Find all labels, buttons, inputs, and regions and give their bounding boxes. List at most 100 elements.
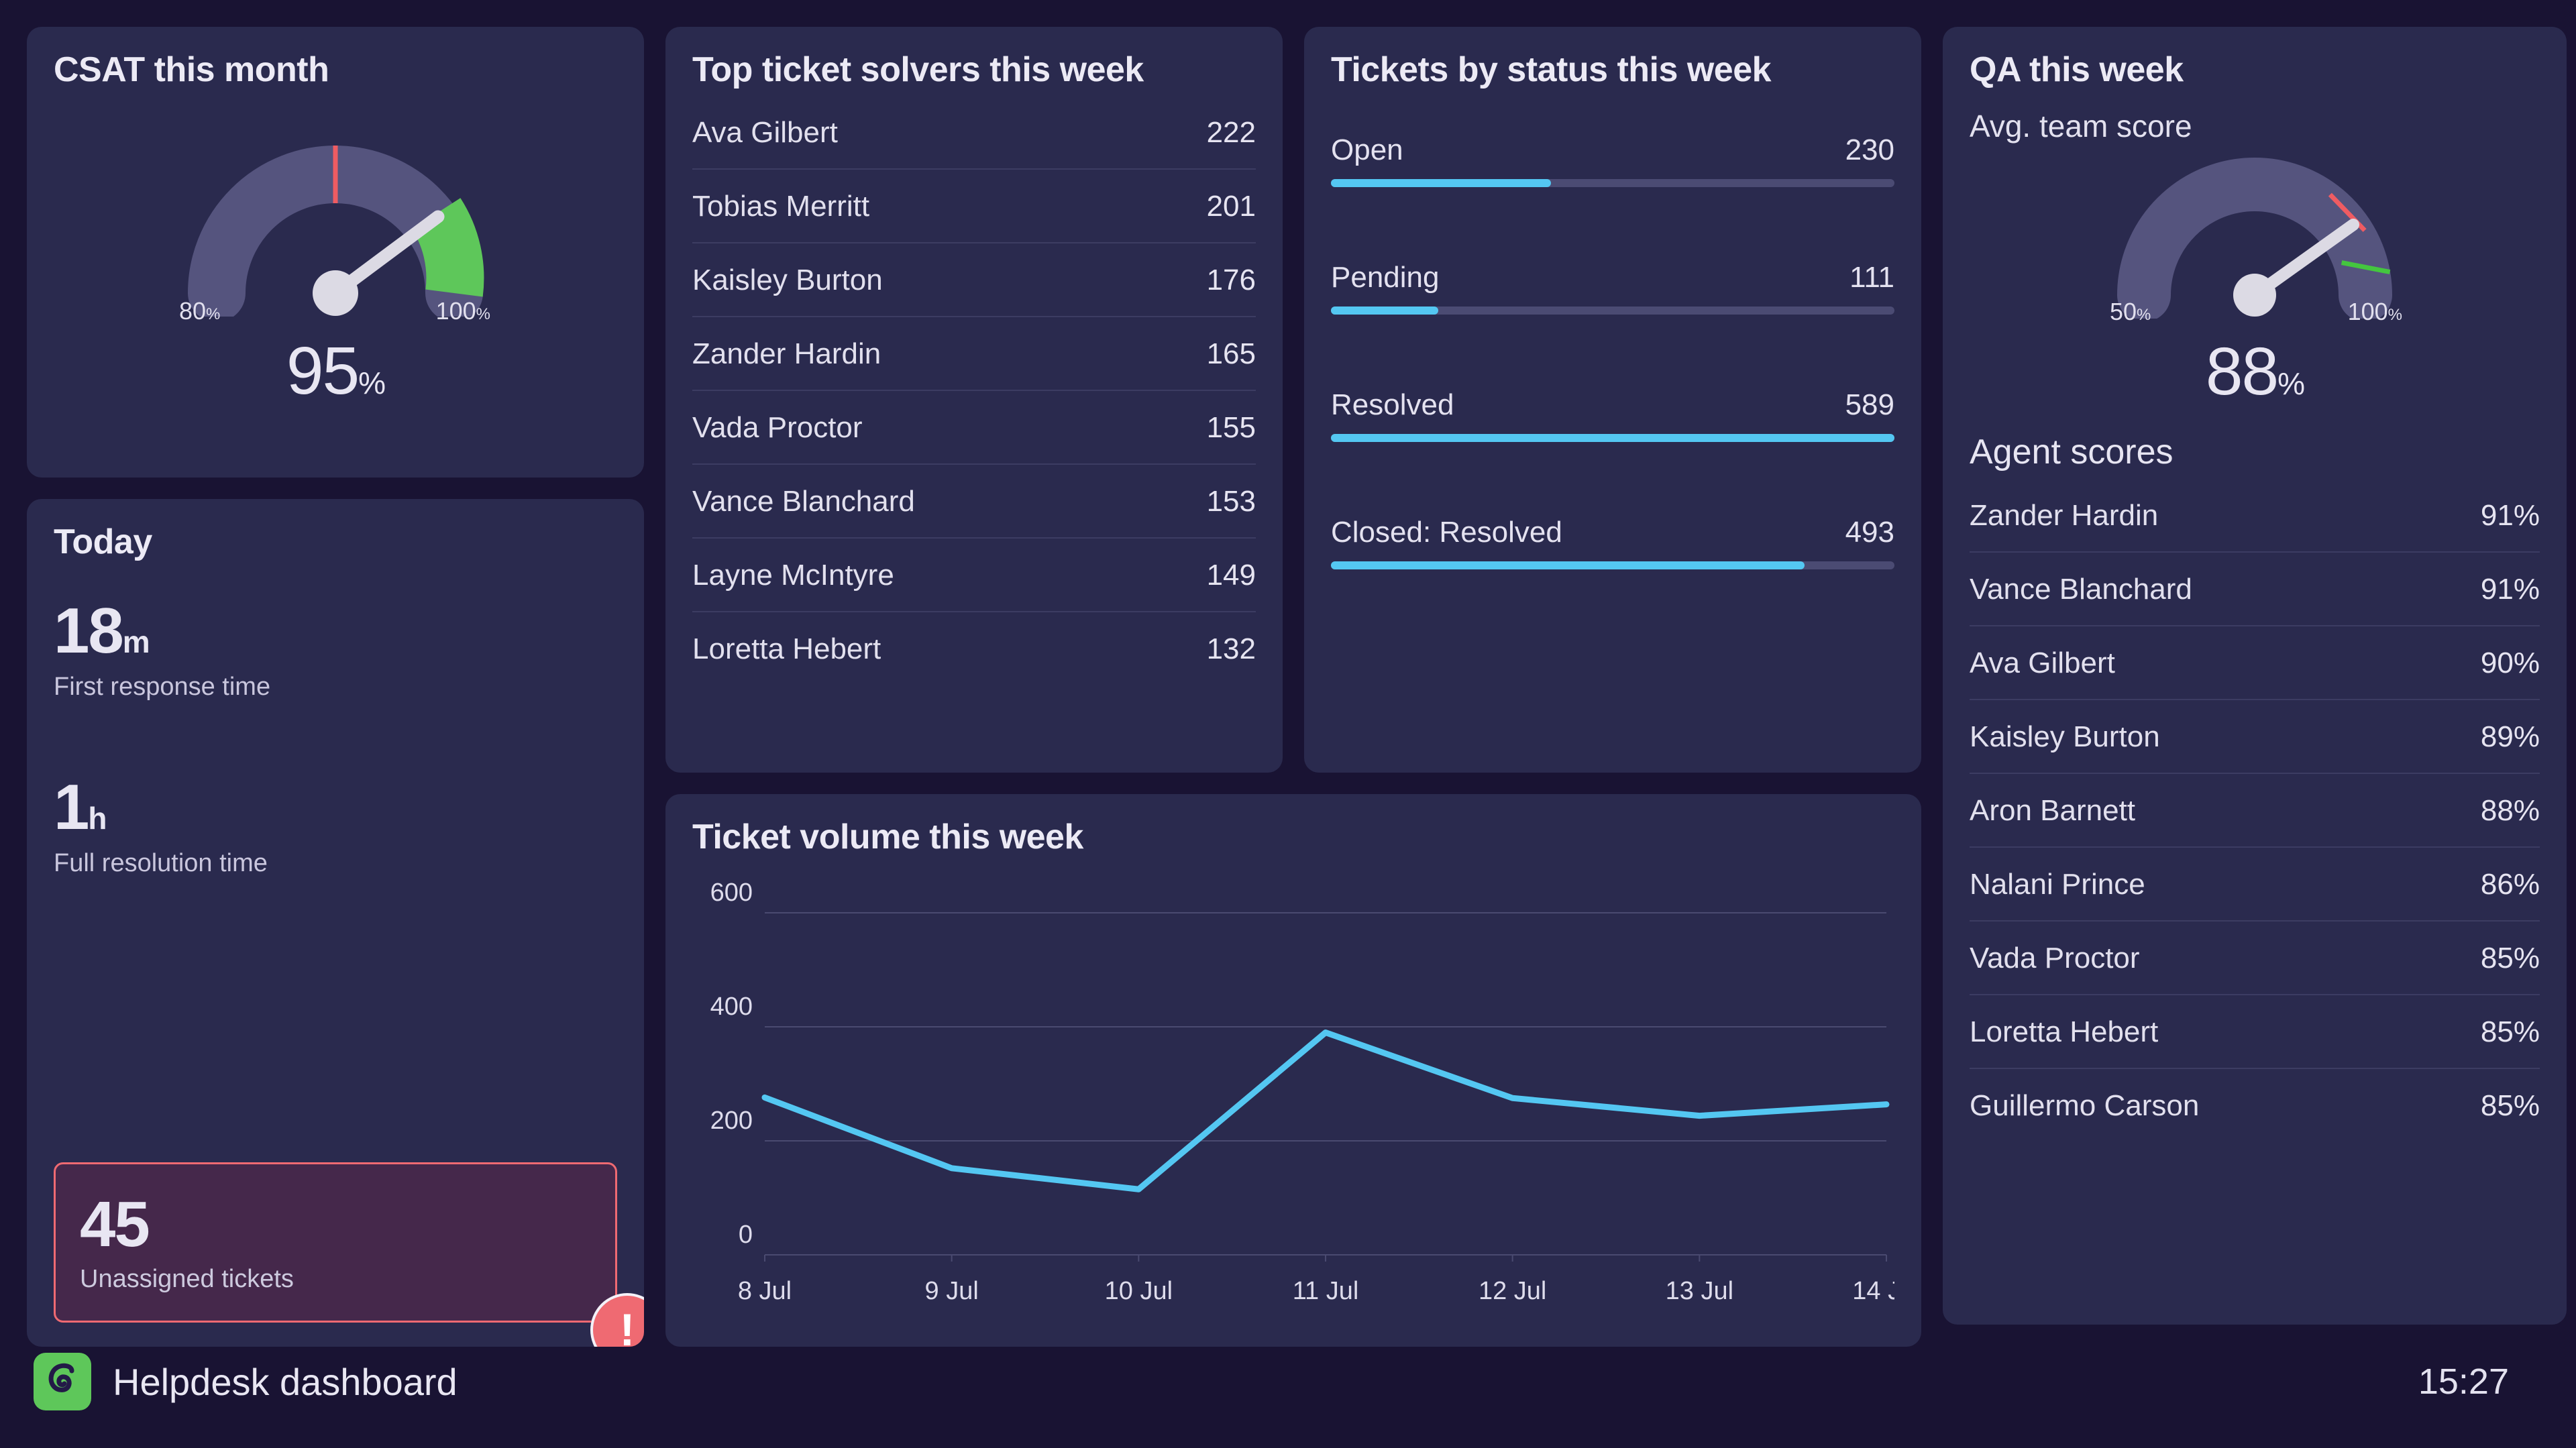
status-track	[1331, 179, 1894, 187]
column-left: CSAT this month	[27, 27, 644, 1347]
status-closed-head: Closed: Resolved 493	[1331, 516, 1894, 549]
tickets-by-status-title: Tickets by status this week	[1331, 51, 1894, 89]
metric-first-response-value: 18m	[54, 599, 617, 663]
today-title: Today	[54, 523, 617, 561]
status-bar-pending[interactable]: Pending 111	[1331, 187, 1894, 315]
metric-first-response: 18m First response time	[54, 599, 617, 702]
column-middle: Top ticket solvers this week Ava Gilbert…	[665, 27, 1283, 1347]
solver-name: Vance Blanchard	[692, 485, 915, 518]
list-item[interactable]: Ava Gilbert 90%	[1970, 626, 2540, 700]
agent-score: 91%	[2481, 573, 2540, 606]
solver-value: 201	[1207, 190, 1256, 223]
agent-score: 85%	[2481, 1015, 2540, 1049]
solver-name: Zander Hardin	[692, 337, 881, 371]
qa-min-label: 50%	[2110, 298, 2151, 326]
qa-subtitle: Avg. team score	[1970, 108, 2540, 144]
today-spacer	[54, 878, 617, 1135]
solver-value: 153	[1207, 485, 1256, 518]
table-row[interactable]: Ava Gilbert 222	[692, 96, 1256, 170]
solver-name: Vada Proctor	[692, 411, 863, 445]
solver-value: 222	[1207, 116, 1256, 150]
status-label: Open	[1331, 133, 1403, 167]
svg-text:0: 0	[739, 1221, 753, 1249]
ticket-volume-chart: 02004006008 Jul9 Jul10 Jul11 Jul12 Jul13…	[692, 877, 1894, 1323]
unassigned-tickets-alert[interactable]: 45 Unassigned tickets	[54, 1162, 617, 1323]
solver-name: Tobias Merritt	[692, 190, 869, 223]
solver-value: 165	[1207, 337, 1256, 371]
solver-value: 132	[1207, 632, 1256, 666]
table-row[interactable]: Vance Blanchard 153	[692, 465, 1256, 539]
agent-name: Aron Barnett	[1970, 794, 2135, 828]
agent-score: 85%	[2481, 942, 2540, 975]
spiral-logo-icon	[34, 1353, 91, 1410]
status-value: 589	[1845, 388, 1894, 422]
list-item[interactable]: Vance Blanchard 91%	[1970, 553, 2540, 626]
agent-name: Vance Blanchard	[1970, 573, 2192, 606]
csat-card: CSAT this month	[27, 27, 644, 478]
svg-text:400: 400	[710, 993, 753, 1021]
status-bar-closed-resolved[interactable]: Closed: Resolved 493	[1331, 442, 1894, 569]
status-fill	[1331, 307, 1438, 315]
list-item[interactable]: Guillermo Carson 85%	[1970, 1069, 2540, 1141]
list-item[interactable]: Aron Barnett 88%	[1970, 774, 2540, 848]
top-solvers-title: Top ticket solvers this week	[692, 51, 1256, 89]
brand: Helpdesk dashboard	[34, 1353, 458, 1410]
status-fill	[1331, 561, 1805, 569]
dashboard-root: CSAT this month	[0, 0, 2576, 1448]
qa-gauge-svg	[2114, 151, 2396, 319]
status-bar-resolved[interactable]: Resolved 589	[1331, 315, 1894, 442]
agent-scores-list: Zander Hardin 91% Vance Blanchard 91% Av…	[1970, 479, 2540, 1141]
status-bar-open[interactable]: Open 230	[1331, 103, 1894, 187]
svg-text:8 Jul: 8 Jul	[738, 1277, 792, 1305]
ticket-volume-card: Ticket volume this week 02004006008 Jul9…	[665, 794, 1921, 1347]
table-row[interactable]: Tobias Merritt 201	[692, 170, 1256, 243]
qa-card: QA this week Avg. team score	[1943, 27, 2567, 1325]
ticket-volume-title: Ticket volume this week	[692, 818, 1894, 856]
table-row[interactable]: Loretta Hebert 132	[692, 612, 1256, 685]
svg-text:13 Jul: 13 Jul	[1666, 1277, 1733, 1305]
clock: 15:27	[2418, 1361, 2509, 1402]
solver-name: Layne McIntyre	[692, 559, 894, 592]
qa-gauge-wrap: 50% 100% 88%	[1970, 151, 2540, 405]
table-row[interactable]: Vada Proctor 155	[692, 391, 1256, 465]
solver-name: Ava Gilbert	[692, 116, 838, 150]
top-solvers-list: Ava Gilbert 222 Tobias Merritt 201 Kaisl…	[692, 96, 1256, 685]
tickets-by-status-card: Tickets by status this week Open 230	[1304, 27, 1921, 773]
metric-full-resolution: 1h Full resolution time	[54, 775, 617, 878]
list-item[interactable]: Nalani Prince 86%	[1970, 848, 2540, 922]
svg-text:200: 200	[710, 1107, 753, 1135]
svg-text:12 Jul: 12 Jul	[1479, 1277, 1546, 1305]
svg-text:10 Jul: 10 Jul	[1105, 1277, 1173, 1305]
table-row[interactable]: Kaisley Burton 176	[692, 243, 1256, 317]
table-row[interactable]: Layne McIntyre 149	[692, 539, 1256, 612]
solver-name: Kaisley Burton	[692, 264, 883, 297]
list-item[interactable]: Loretta Hebert 85%	[1970, 995, 2540, 1069]
list-item[interactable]: Zander Hardin 91%	[1970, 479, 2540, 553]
csat-title: CSAT this month	[54, 51, 617, 89]
agent-score: 90%	[2481, 647, 2540, 680]
status-bars: Open 230 Pending 111	[1331, 103, 1894, 569]
status-value: 230	[1845, 133, 1894, 167]
agent-score: 86%	[2481, 868, 2540, 901]
svg-text:600: 600	[710, 879, 753, 907]
solver-value: 176	[1207, 264, 1256, 297]
solver-value: 155	[1207, 411, 1256, 445]
csat-max-label: 100%	[436, 297, 490, 325]
agent-name: Ava Gilbert	[1970, 647, 2115, 680]
list-item[interactable]: Vada Proctor 85%	[1970, 922, 2540, 995]
metric-first-response-label: First response time	[54, 673, 617, 702]
unassigned-tickets-value: 45	[80, 1192, 591, 1257]
brand-title: Helpdesk dashboard	[113, 1360, 458, 1404]
agent-name: Zander Hardin	[1970, 499, 2158, 533]
csat-gauge: 80% 100%	[184, 139, 486, 320]
status-label: Closed: Resolved	[1331, 516, 1562, 549]
metric-full-resolution-value: 1h	[54, 775, 617, 840]
list-item[interactable]: Kaisley Burton 89%	[1970, 700, 2540, 774]
agent-name: Kaisley Burton	[1970, 720, 2160, 754]
qa-title: QA this week	[1970, 51, 2540, 89]
status-value: 493	[1845, 516, 1894, 549]
table-row[interactable]: Zander Hardin 165	[692, 317, 1256, 391]
status-open-head: Open 230	[1331, 133, 1894, 167]
agent-name: Nalani Prince	[1970, 868, 2145, 901]
agent-name: Guillermo Carson	[1970, 1089, 2199, 1123]
